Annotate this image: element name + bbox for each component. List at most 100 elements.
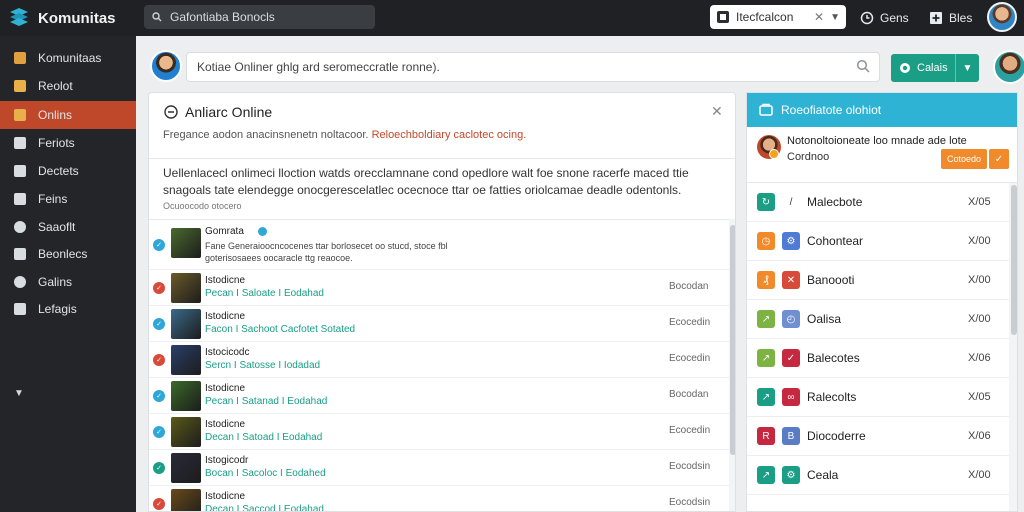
chevron-down-icon[interactable]: ▼ <box>830 12 840 23</box>
row-secondary-icon: ⚙ <box>782 466 800 484</box>
top-link-2-label: Bles <box>949 11 973 25</box>
language-value: Itecfcalcon <box>736 10 794 24</box>
row-primary-icon: ₰ <box>757 271 775 289</box>
panel-row[interactable]: ↗ ⚙ Ceala X/00 <box>747 456 1009 495</box>
sidebar-item-label: Dectets <box>38 164 79 178</box>
panel-row-label: Ceala <box>807 468 839 482</box>
list-item[interactable]: ✓ Istodicne Pecan I Saloate I Eodahad Bocod… <box>149 270 729 306</box>
item-title[interactable]: Istodicne <box>205 491 245 502</box>
profile-avatar[interactable] <box>993 50 1024 84</box>
item-thumbnail[interactable] <box>171 228 201 258</box>
search-icon <box>14 221 26 233</box>
top-search-text: Gafontiaba Bonocls <box>170 10 275 24</box>
panel-row-label: Balecotes <box>807 351 860 365</box>
item-meta[interactable]: Pecan I Satanad I Eodahad <box>205 396 327 407</box>
item-title[interactable]: Gomrata <box>205 226 244 237</box>
top-search[interactable]: Gafontiaba Bonocls <box>144 5 375 29</box>
item-title[interactable]: Istogicodr <box>205 455 248 466</box>
panel-scrollbar-thumb[interactable] <box>1011 185 1017 335</box>
status-dot-icon: ✓ <box>153 239 165 251</box>
panel-user-sub: Cordnoo <box>787 151 830 163</box>
item-title[interactable]: Istocicodc <box>205 347 249 358</box>
sidebar-item-4[interactable]: Feriots <box>0 129 136 157</box>
chevron-down-icon[interactable]: ▼ <box>14 388 24 399</box>
sidebar-item-6[interactable]: Feins <box>0 185 136 213</box>
list-item[interactable]: ✓ Istocicodc Sercn I Satosse I Iodadad Ecoc… <box>149 342 729 378</box>
item-thumbnail[interactable] <box>171 309 201 339</box>
item-time: Ecocedin <box>669 425 711 436</box>
list-item[interactable]: ✓ Istodicne Pecan I Satanad I Eodahad Bocod… <box>149 378 729 414</box>
top-link-2[interactable]: Bles <box>929 8 972 28</box>
chevron-down-icon[interactable]: ▼ <box>955 54 979 82</box>
panel-row[interactable]: ↗ ✓ Balecotes X/06 <box>747 339 1009 378</box>
list-item[interactable]: ✓ Istodicne Facon I Sachoot Cacfotet Sotat… <box>149 306 729 342</box>
search-icon[interactable] <box>856 59 870 73</box>
panel-row[interactable]: R B Diocoderre X/06 <box>747 417 1009 456</box>
list-item[interactable]: ✓ Istodicne Decan I Saccod I Eodahad Eocods… <box>149 486 729 511</box>
item-thumbnail[interactable] <box>171 489 201 511</box>
close-icon[interactable]: ✕ <box>711 103 723 120</box>
post-button[interactable]: Calais ▼ <box>891 54 979 82</box>
composer-avatar[interactable] <box>150 50 182 82</box>
panel-row-value: X/06 <box>968 430 991 442</box>
item-thumbnail[interactable] <box>171 345 201 375</box>
brand[interactable]: Komunitas <box>8 4 116 32</box>
item-thumbnail[interactable] <box>171 453 201 483</box>
item-thumbnail[interactable] <box>171 273 201 303</box>
sidebar-item-5[interactable]: Dectets <box>0 157 136 185</box>
item-meta[interactable]: Pecan I Saloate I Eodahad <box>205 288 324 299</box>
sidebar-item-3[interactable]: Onlins <box>0 101 136 129</box>
sidebar-item-9[interactable]: Galins <box>0 268 136 296</box>
panel-row[interactable]: ↗ ∞ Ralecolts X/05 <box>747 378 1009 417</box>
clear-icon[interactable]: ✕ <box>814 10 824 24</box>
list-item[interactable]: ✓ Istodicne Decan I Satoad I Eodahad Ecoced… <box>149 414 729 450</box>
item-thumbnail[interactable] <box>171 417 201 447</box>
sidebar-item-label: Feins <box>38 192 68 206</box>
row-primary-icon: ↻ <box>757 193 775 211</box>
list-item[interactable]: ✓ Gomrata Fane Generaioocncocenes ttar bor… <box>149 220 729 270</box>
composer-input[interactable]: Kotiae Onliner ghlg ard seromeccratle ro… <box>186 52 880 82</box>
feed-card-header: Anliarc Online ✕ Fregance aodon anacinsn… <box>149 93 735 159</box>
item-title[interactable]: Istodicne <box>205 383 245 394</box>
sidebar-item-1[interactable]: Komunitaas <box>0 44 136 72</box>
language-select[interactable]: Itecfcalcon ✕ ▼ <box>710 5 846 29</box>
item-meta[interactable]: Decan I Satoad I Eodahad <box>205 432 322 443</box>
item-title[interactable]: Istodicne <box>205 311 245 322</box>
panel-row[interactable]: ₰ ✕ Banoooti X/00 <box>747 261 1009 300</box>
check-icon[interactable]: ✓ <box>989 149 1009 169</box>
top-link-1[interactable]: Gens <box>860 8 909 28</box>
panel-row[interactable]: ↻ / Malecbote X/05 <box>747 183 1009 222</box>
item-meta[interactable]: Facon I Sachoot Cacfotet Sotated <box>205 324 355 335</box>
sidebar-item-2[interactable]: Reolot <box>0 72 136 100</box>
sidebar-item-label: Feriots <box>38 136 75 150</box>
feed-scrollbar-thumb[interactable] <box>730 225 735 455</box>
panel-row[interactable]: ↗ ◴ Oalisa X/00 <box>747 300 1009 339</box>
feed-scrollbar[interactable] <box>729 219 735 511</box>
logo-icon <box>10 8 28 26</box>
panel-scrollbar[interactable] <box>1009 183 1017 511</box>
list-item[interactable]: ✓ Istogicodr Bocan I Sacoloc I Eodahed Eoco… <box>149 450 729 486</box>
item-title[interactable]: Istodicne <box>205 275 245 286</box>
panel-user-button[interactable]: Cotoedo <box>941 149 987 169</box>
composer-placeholder: Kotiae Onliner ghlg ard seromeccratle ro… <box>197 60 440 74</box>
search-icon <box>152 12 162 22</box>
panel-row-label: Diocoderre <box>807 429 866 443</box>
feed-subtitle-highlight[interactable]: Reloechboldiary caclotec ocing. <box>372 129 527 141</box>
row-primary-icon: ↗ <box>757 466 775 484</box>
item-title[interactable]: Istodicne <box>205 419 245 430</box>
row-secondary-icon: / <box>789 196 793 208</box>
sidebar-item-10[interactable]: Lefagis <box>0 295 136 323</box>
panel-header: Roeofiatote olohiot <box>747 93 1017 127</box>
main-content: Kotiae Onliner ghlg ard seromeccratle ro… <box>136 36 1024 512</box>
sidebar-item-8[interactable]: Beonlecs <box>0 240 136 268</box>
item-meta[interactable]: Sercn I Satosse I Iodadad <box>205 360 320 371</box>
item-thumbnail[interactable] <box>171 381 201 411</box>
chat-icon <box>900 63 910 73</box>
chat-bubble-icon <box>164 105 178 119</box>
item-meta[interactable]: Decan I Saccod I Eodahad <box>205 504 324 511</box>
item-meta[interactable]: Bocan I Sacoloc I Eodahed <box>205 468 326 479</box>
feeds-icon <box>14 137 26 149</box>
sidebar-item-7[interactable]: Saaoflt <box>0 213 136 241</box>
user-avatar[interactable] <box>987 2 1017 32</box>
panel-row[interactable]: ◷ ⚙ Cohontear X/00 <box>747 222 1009 261</box>
